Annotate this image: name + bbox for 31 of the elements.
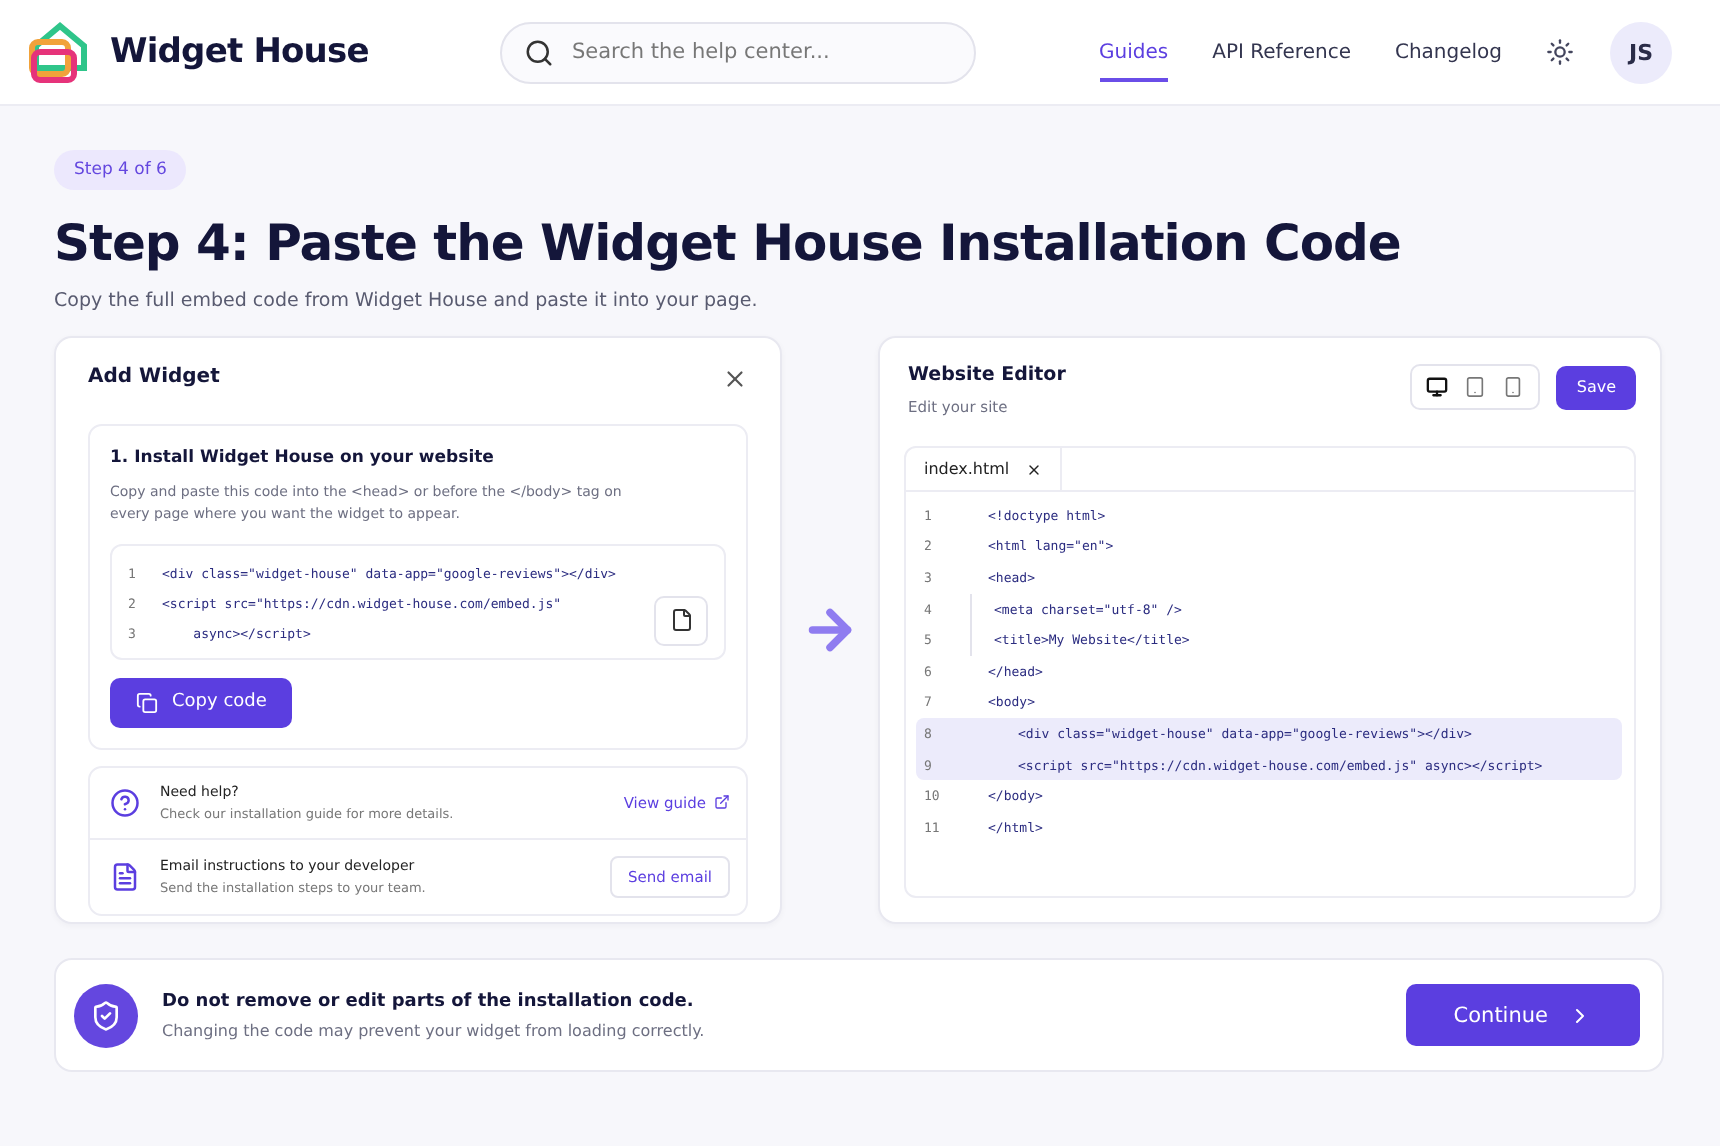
copy-icon <box>136 691 158 714</box>
user-avatar[interactable]: JS <box>1610 21 1672 83</box>
close-icon[interactable] <box>1025 461 1042 477</box>
warning-description: Changing the code may prevent your widget from loading correctly. <box>162 1021 707 1039</box>
panel-heading: 1. Install Widget House on your website <box>110 448 496 468</box>
nav-link[interactable]: Changelog <box>1394 23 1502 81</box>
nav-link[interactable]: Guides <box>1099 23 1169 81</box>
house-logo-icon <box>28 20 92 84</box>
warning-title: Do not remove or edit parts of the installation code. <box>162 991 696 1011</box>
search-icon <box>524 37 554 67</box>
copy-file-button[interactable] <box>654 595 708 646</box>
page-title: Step 4: Paste the Widget House Installation Code <box>54 214 1403 274</box>
close-icon[interactable] <box>722 366 748 392</box>
theme-toggle-button[interactable] <box>1546 38 1574 66</box>
card-title: Add Widget <box>88 366 220 388</box>
shield-check-icon <box>74 983 138 1047</box>
copy-code-button[interactable]: Copy code <box>110 677 293 728</box>
continue-button[interactable]: Continue <box>1405 984 1640 1046</box>
search-field[interactable]: Search the help center... <box>500 21 976 83</box>
step-badge: Step 4 of 6 <box>54 150 187 190</box>
save-button[interactable]: Save <box>1556 365 1636 409</box>
editor-title: Website Editor <box>908 364 1066 386</box>
brand-name: Widget House <box>110 32 369 72</box>
desktop-icon[interactable] <box>1422 372 1453 402</box>
page-subtitle: Copy the full embed code from Widget House and paste it into your page. <box>54 290 760 312</box>
file-tab[interactable]: index.html <box>906 448 1062 490</box>
document-icon <box>110 861 140 892</box>
question-icon <box>110 787 140 818</box>
file-icon <box>669 608 693 633</box>
nav-link[interactable]: API Reference <box>1212 23 1351 81</box>
external-link-icon <box>714 794 730 811</box>
